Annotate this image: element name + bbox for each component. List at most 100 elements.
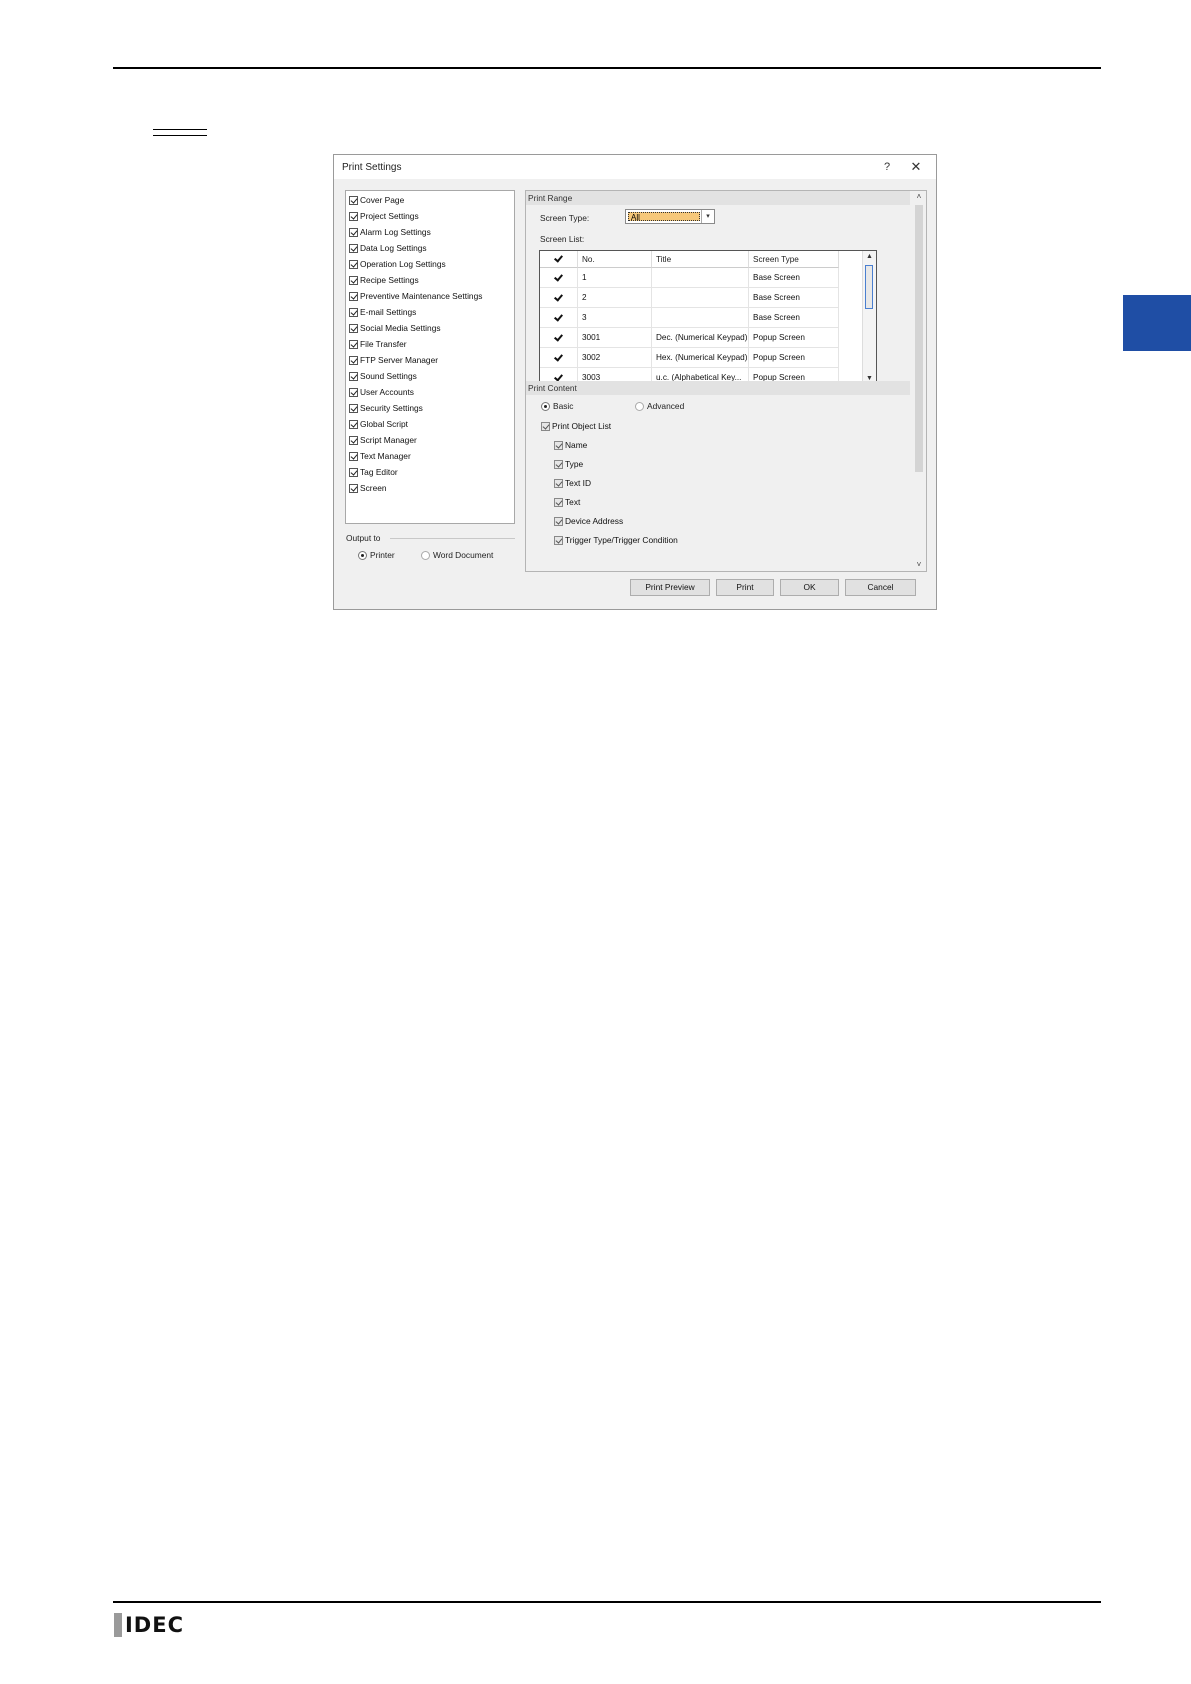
table-scrollbar[interactable]: ▲ ▼ (862, 251, 876, 385)
checkbox-box[interactable] (554, 516, 563, 526)
checkbox-box[interactable] (349, 419, 358, 429)
checkbox-box[interactable] (349, 259, 358, 269)
checkbox-box[interactable] (554, 478, 563, 488)
print-content-item[interactable]: Text (554, 495, 580, 509)
table-cell-type[interactable]: Popup Screen (749, 348, 839, 368)
column-header-title[interactable]: Title (652, 251, 749, 268)
table-cell-type[interactable]: Base Screen (749, 268, 839, 288)
print-item-checkbox[interactable]: Alarm Log Settings (349, 225, 431, 239)
print-item-checkbox[interactable]: Text Manager (349, 449, 411, 463)
print-item-checkbox[interactable]: Security Settings (349, 401, 423, 415)
checkbox-box[interactable] (349, 227, 358, 237)
print-item-checkbox[interactable]: File Transfer (349, 337, 407, 351)
checkbox-box[interactable] (554, 459, 563, 469)
chevron-down-icon[interactable]: ▾ (701, 210, 714, 223)
table-cell-title[interactable]: Hex. (Numerical Keypad) (652, 348, 749, 368)
advanced-radio[interactable]: Advanced (635, 401, 684, 411)
row-checkbox-cell[interactable] (540, 328, 578, 348)
print-item-checkbox[interactable]: User Accounts (349, 385, 414, 399)
print-item-checkbox[interactable]: Global Script (349, 417, 408, 431)
help-button[interactable]: ? (878, 158, 896, 176)
basic-radio-circle[interactable] (541, 401, 550, 411)
table-cell-no[interactable]: 2 (578, 288, 652, 308)
check-icon[interactable] (554, 255, 562, 263)
checkbox-box[interactable] (349, 435, 358, 445)
checkbox-box[interactable] (349, 355, 358, 365)
print-item-checkbox[interactable]: Screen (349, 481, 387, 495)
table-cell-no[interactable]: 1 (578, 268, 652, 288)
print-item-checkbox[interactable]: Preventive Maintenance Settings (349, 289, 482, 303)
header-checkbox-cell[interactable] (540, 251, 578, 268)
table-cell-title[interactable] (652, 308, 749, 328)
print-object-list-box[interactable] (541, 421, 550, 431)
checkbox-box[interactable] (349, 291, 358, 301)
print-content-item[interactable]: Name (554, 438, 587, 452)
table-cell-type[interactable]: Base Screen (749, 288, 839, 308)
basic-radio[interactable]: Basic (541, 401, 573, 411)
panel-scrollbar[interactable]: ˄ ˅ (912, 191, 926, 571)
checkbox-box[interactable] (349, 307, 358, 317)
check-icon[interactable] (554, 334, 562, 342)
row-checkbox-cell[interactable] (540, 348, 578, 368)
checkbox-box[interactable] (349, 339, 358, 349)
panel-scroll-thumb[interactable] (915, 205, 923, 472)
print-item-checkbox[interactable]: Data Log Settings (349, 241, 427, 255)
row-checkbox-cell[interactable] (540, 268, 578, 288)
cancel-button[interactable]: Cancel (845, 579, 916, 596)
print-item-checkbox[interactable]: E-mail Settings (349, 305, 416, 319)
close-button[interactable]: ✕ (907, 158, 925, 176)
print-button[interactable]: Print (716, 579, 774, 596)
print-content-item[interactable]: Device Address (554, 514, 623, 528)
checkbox-box[interactable] (349, 211, 358, 221)
word-document-radio-circle[interactable] (421, 550, 430, 560)
table-cell-type[interactable]: Base Screen (749, 308, 839, 328)
word-document-radio[interactable]: Word Document (421, 550, 493, 560)
checkbox-box[interactable] (349, 275, 358, 285)
checkbox-box[interactable] (554, 497, 563, 507)
table-cell-title[interactable] (652, 288, 749, 308)
table-scroll-thumb[interactable] (865, 265, 873, 309)
print-item-checkbox[interactable]: Sound Settings (349, 369, 417, 383)
checkbox-box[interactable] (349, 483, 358, 493)
checkbox-box[interactable] (349, 323, 358, 333)
checkbox-box[interactable] (554, 440, 563, 450)
print-item-checkbox[interactable]: Recipe Settings (349, 273, 419, 287)
print-content-item[interactable]: Trigger Type/Trigger Condition (554, 533, 678, 547)
check-icon[interactable] (554, 274, 562, 282)
row-checkbox-cell[interactable] (540, 308, 578, 328)
printer-radio[interactable]: Printer (358, 550, 395, 560)
table-cell-title[interactable]: Dec. (Numerical Keypad) (652, 328, 749, 348)
print-object-list-checkbox[interactable]: Print Object List (541, 419, 611, 433)
check-icon[interactable] (554, 294, 562, 302)
checkbox-box[interactable] (349, 387, 358, 397)
check-icon[interactable] (554, 354, 562, 362)
scroll-down-icon[interactable]: ˅ (912, 559, 926, 571)
checkbox-box[interactable] (349, 243, 358, 253)
checkbox-box[interactable] (349, 195, 358, 205)
print-item-checkbox[interactable]: Operation Log Settings (349, 257, 446, 271)
print-preview-button[interactable]: Print Preview (630, 579, 710, 596)
advanced-radio-circle[interactable] (635, 401, 644, 411)
print-item-checkbox[interactable]: Social Media Settings (349, 321, 441, 335)
print-item-checkbox[interactable]: Cover Page (349, 193, 404, 207)
table-cell-no[interactable]: 3 (578, 308, 652, 328)
column-header-no[interactable]: No. (578, 251, 652, 268)
print-item-checkbox[interactable]: Tag Editor (349, 465, 398, 479)
printer-radio-circle[interactable] (358, 550, 367, 560)
print-item-checkbox[interactable]: Script Manager (349, 433, 417, 447)
table-cell-type[interactable]: Popup Screen (749, 328, 839, 348)
ok-button[interactable]: OK (780, 579, 839, 596)
check-icon[interactable] (554, 314, 562, 322)
checkbox-box[interactable] (554, 535, 563, 545)
table-cell-no[interactable]: 3001 (578, 328, 652, 348)
checkbox-box[interactable] (349, 371, 358, 381)
screen-type-dropdown[interactable]: All ▾ (625, 209, 715, 224)
row-checkbox-cell[interactable] (540, 288, 578, 308)
scroll-up-icon[interactable]: ▲ (863, 251, 876, 263)
checkbox-box[interactable] (349, 451, 358, 461)
print-item-checkbox[interactable]: Project Settings (349, 209, 419, 223)
table-cell-title[interactable] (652, 268, 749, 288)
column-header-screen-type[interactable]: Screen Type (749, 251, 839, 268)
table-cell-no[interactable]: 3002 (578, 348, 652, 368)
checkbox-box[interactable] (349, 403, 358, 413)
